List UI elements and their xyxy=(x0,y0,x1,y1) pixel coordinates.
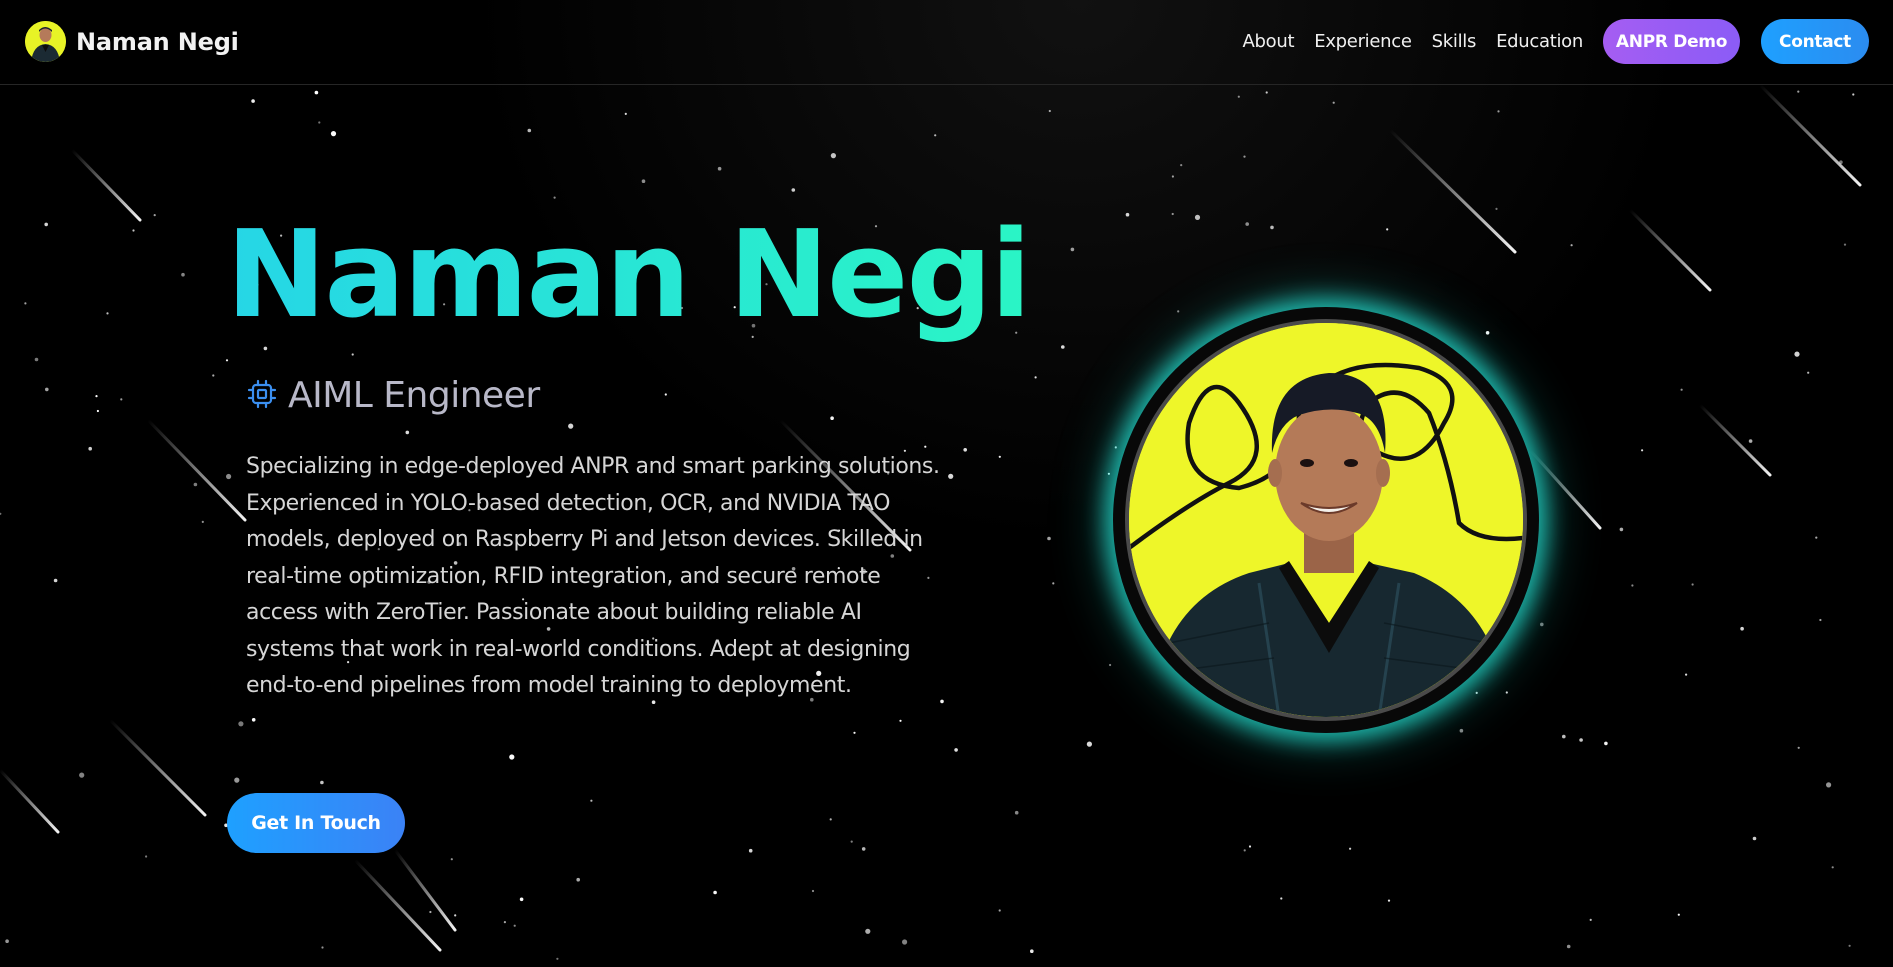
page: Naman Negi About Experience Skills Educa… xyxy=(0,0,1893,967)
brand-avatar xyxy=(25,21,66,62)
contact-button[interactable]: Contact xyxy=(1761,19,1869,64)
navbar: Naman Negi About Experience Skills Educa… xyxy=(0,0,1893,85)
nav-education[interactable]: Education xyxy=(1496,31,1583,52)
bio-text: Specializing in edge-deployed ANPR and s… xyxy=(246,454,940,698)
profile-photo-frame xyxy=(1113,307,1539,733)
role: AIML Engineer xyxy=(246,375,540,416)
nav-experience[interactable]: Experience xyxy=(1314,31,1412,52)
portrait-illustration xyxy=(1129,323,1523,717)
brand[interactable]: Naman Negi xyxy=(25,21,239,62)
nav-about[interactable]: About xyxy=(1243,31,1295,52)
anpr-demo-button[interactable]: ANPR Demo xyxy=(1603,19,1740,64)
nav-skills[interactable]: Skills xyxy=(1432,31,1477,52)
role-label: AIML Engineer xyxy=(288,375,540,416)
hero-name: Naman Negi xyxy=(226,206,1031,345)
cpu-chip-icon xyxy=(246,378,278,414)
brand-name: Naman Negi xyxy=(76,27,239,56)
nav-links: About Experience Skills Education ANPR D… xyxy=(1243,19,1869,64)
profile-photo xyxy=(1125,319,1527,721)
get-in-touch-button[interactable]: Get In Touch xyxy=(227,793,405,853)
